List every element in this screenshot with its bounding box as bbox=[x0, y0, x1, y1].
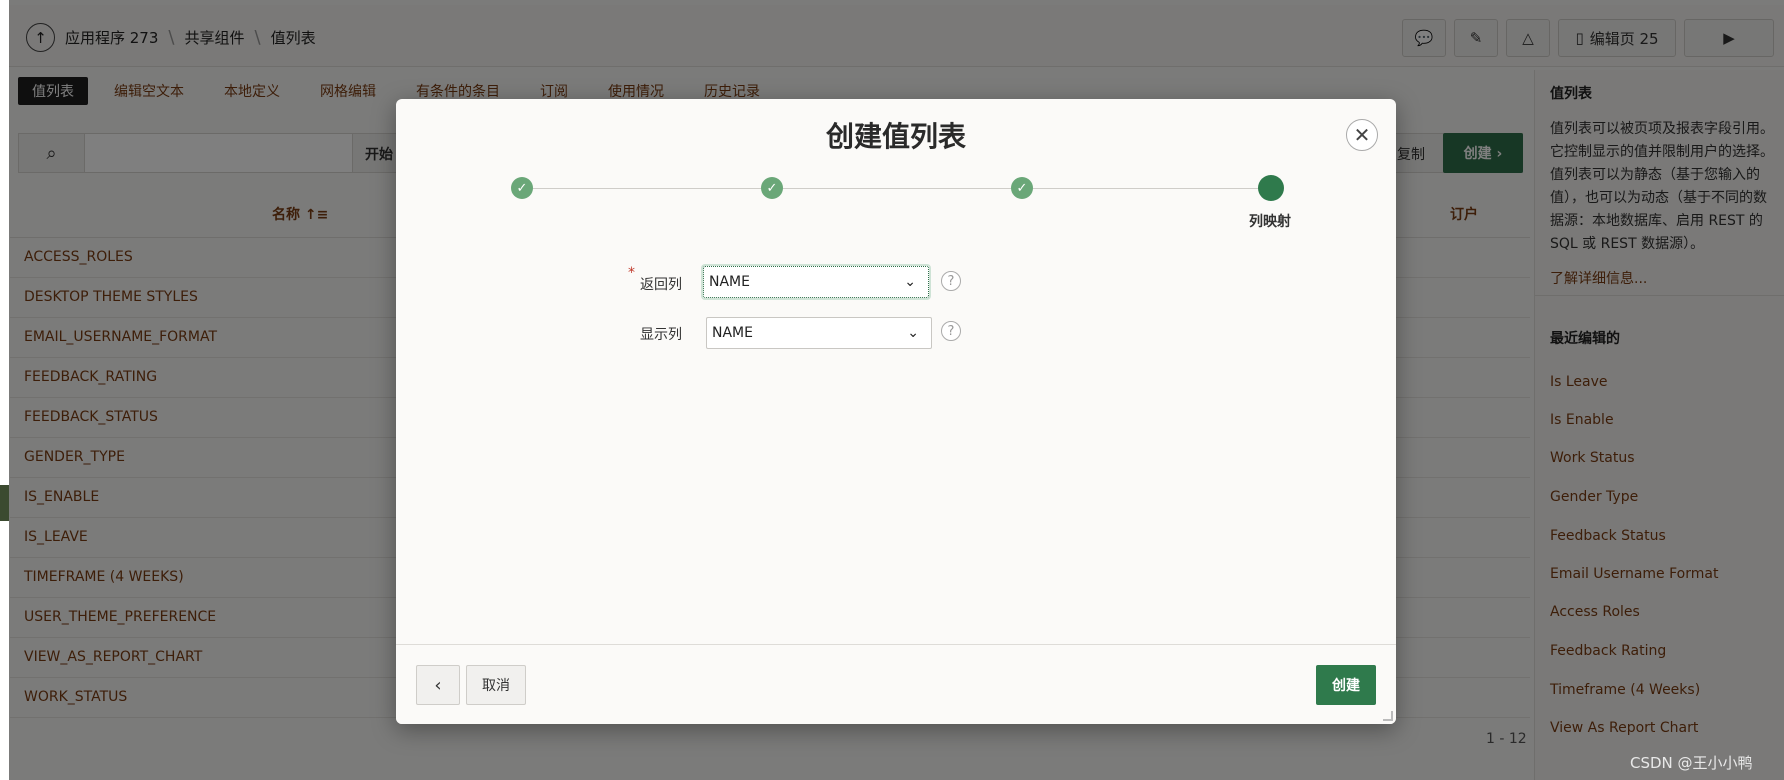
close-button[interactable]: ✕ bbox=[1346, 119, 1378, 151]
help-icon[interactable]: ? bbox=[941, 271, 961, 291]
previous-button[interactable]: ‹ bbox=[416, 665, 460, 705]
wizard-step-2: ✓ bbox=[761, 177, 783, 199]
wizard-step-3: ✓ bbox=[1011, 177, 1033, 199]
check-icon: ✓ bbox=[516, 180, 528, 196]
close-icon: ✕ bbox=[1353, 123, 1371, 147]
create-button[interactable]: 创建 bbox=[1316, 665, 1376, 705]
chevron-down-icon: ⌄ bbox=[904, 274, 916, 290]
dialog-title: 创建值列表 bbox=[825, 120, 966, 153]
chevron-left-icon: ‹ bbox=[434, 674, 442, 696]
display-column-value: NAME bbox=[712, 325, 753, 341]
wizard-step-current bbox=[1258, 175, 1284, 201]
return-column-select[interactable]: NAME ⌄ bbox=[701, 264, 931, 300]
display-column-select[interactable]: NAME ⌄ bbox=[706, 317, 932, 349]
return-column-label: 返回列 bbox=[640, 277, 682, 293]
help-symbol: ? bbox=[947, 323, 955, 339]
return-column-value: NAME bbox=[709, 274, 750, 290]
help-symbol: ? bbox=[947, 273, 955, 289]
wizard-progress-line bbox=[520, 188, 1270, 189]
check-icon: ✓ bbox=[766, 180, 778, 196]
window-edge-marker bbox=[0, 485, 9, 521]
display-column-label: 显示列 bbox=[640, 327, 682, 343]
resize-handle[interactable] bbox=[1383, 711, 1393, 721]
chevron-down-icon: ⌄ bbox=[907, 325, 919, 341]
create-lov-dialog: 创建值列表 ✕ ✓ ✓ ✓ 列映射 * 返回列 NAME ⌄ ? 显示列 NAM… bbox=[396, 99, 1396, 724]
help-icon[interactable]: ? bbox=[941, 321, 961, 341]
window-edge bbox=[0, 0, 9, 780]
dialog-footer: ‹ 取消 创建 bbox=[396, 644, 1396, 724]
check-icon: ✓ bbox=[1016, 180, 1028, 196]
watermark: CSDN @王小小鸭 bbox=[1630, 754, 1753, 772]
required-indicator: * bbox=[628, 265, 635, 281]
wizard-step-1: ✓ bbox=[511, 177, 533, 199]
cancel-button[interactable]: 取消 bbox=[466, 665, 526, 705]
wizard-step-label: 列映射 bbox=[1249, 214, 1291, 230]
